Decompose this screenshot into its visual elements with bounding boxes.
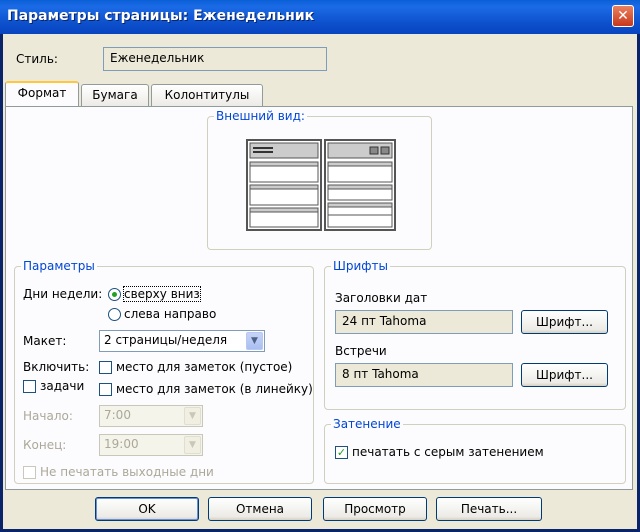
- tab-headers-footers-label: Колонтитулы: [164, 88, 250, 102]
- date-headers-font-button[interactable]: Шрифт...: [521, 310, 608, 334]
- close-icon: ✕: [617, 8, 629, 24]
- order-top-down-radio[interactable]: [108, 288, 121, 301]
- appointments-font-field: 8 пт Tahoma: [335, 363, 513, 387]
- layout-label: Макет:: [23, 334, 67, 348]
- chevron-down-icon[interactable]: ▼: [184, 407, 201, 425]
- chevron-down-icon[interactable]: ▼: [184, 436, 201, 454]
- ok-button[interactable]: OK: [95, 497, 199, 521]
- order-left-right-radio[interactable]: [108, 308, 121, 321]
- print-gray-label[interactable]: печатать с серым затенением: [352, 445, 544, 459]
- tasks-label[interactable]: задачи: [40, 379, 84, 393]
- order-top-down-label[interactable]: сверху вниз: [123, 286, 201, 302]
- notes-blank-label[interactable]: место для заметок (пустое): [116, 360, 292, 374]
- end-time-value: 19:00: [104, 437, 139, 451]
- appointments-font-button[interactable]: Шрифт...: [521, 363, 608, 387]
- fonts-title: Шрифты: [331, 259, 390, 273]
- include-label: Включить:: [23, 360, 90, 374]
- start-label: Начало:: [23, 409, 73, 423]
- parameters-title: Параметры: [21, 259, 97, 273]
- title-bar[interactable]: Параметры страницы: Еженедельник ✕: [0, 0, 640, 34]
- notes-lined-label[interactable]: место для заметок (в линейку): [116, 382, 313, 396]
- notes-lined-checkbox[interactable]: [99, 383, 112, 396]
- no-weekends-checkbox[interactable]: [23, 466, 36, 479]
- notes-blank-checkbox[interactable]: [99, 361, 112, 374]
- layout-preview-image: [246, 139, 396, 231]
- appearance-title: Внешний вид:: [214, 109, 307, 123]
- print-gray-checkbox[interactable]: ✓: [335, 446, 348, 459]
- order-left-right-label[interactable]: слева направо: [124, 307, 216, 321]
- tab-headers-footers[interactable]: Колонтитулы: [151, 84, 263, 106]
- tab-format-label: Формат: [17, 86, 67, 100]
- no-weekends-label[interactable]: Не печатать выходные дни: [40, 465, 214, 479]
- window-title: Параметры страницы: Еженедельник: [7, 8, 315, 24]
- tab-paper[interactable]: Бумага: [81, 84, 149, 106]
- dialog-body: Стиль: Еженедельник Формат Бумага Колонт…: [3, 34, 637, 529]
- appointments-label: Встречи: [335, 344, 387, 358]
- style-field: Еженедельник: [103, 47, 327, 71]
- tasks-checkbox[interactable]: [23, 380, 36, 393]
- cancel-button[interactable]: Отмена: [208, 497, 312, 521]
- preview-button[interactable]: Просмотр: [323, 497, 427, 521]
- shading-group: Затенение ✓ печатать с серым затенением: [324, 417, 626, 484]
- print-button[interactable]: Печать...: [436, 497, 542, 521]
- start-time-value: 7:00: [104, 408, 131, 422]
- parameters-group: Параметры Дни недели: сверху вниз слева …: [14, 259, 314, 484]
- date-headers-font-field: 24 пт Tahoma: [335, 310, 513, 334]
- appearance-group: Внешний вид:: [207, 109, 432, 250]
- layout-select-value: 2 страницы/неделя: [104, 333, 228, 347]
- tab-panel-format: Внешний вид: Параметры Дни недели: сверх…: [5, 106, 633, 490]
- chevron-down-icon[interactable]: ▼: [246, 332, 263, 350]
- shading-title: Затенение: [331, 417, 403, 431]
- tab-paper-label: Бумага: [92, 88, 138, 102]
- start-time-select[interactable]: 7:00 ▼: [99, 405, 203, 427]
- end-label: Конец:: [23, 438, 67, 452]
- end-time-select[interactable]: 19:00 ▼: [99, 434, 203, 456]
- weekdays-label: Дни недели:: [23, 287, 103, 301]
- layout-select[interactable]: 2 страницы/неделя ▼: [99, 330, 265, 352]
- date-headers-label: Заголовки дат: [335, 291, 428, 305]
- dialog-window: Параметры страницы: Еженедельник ✕ Стиль…: [0, 0, 640, 532]
- style-label: Стиль:: [16, 52, 58, 66]
- fonts-group: Шрифты Заголовки дат 24 пт Tahoma Шрифт.…: [324, 259, 626, 410]
- close-button[interactable]: ✕: [612, 5, 634, 27]
- tab-format[interactable]: Формат: [5, 81, 79, 106]
